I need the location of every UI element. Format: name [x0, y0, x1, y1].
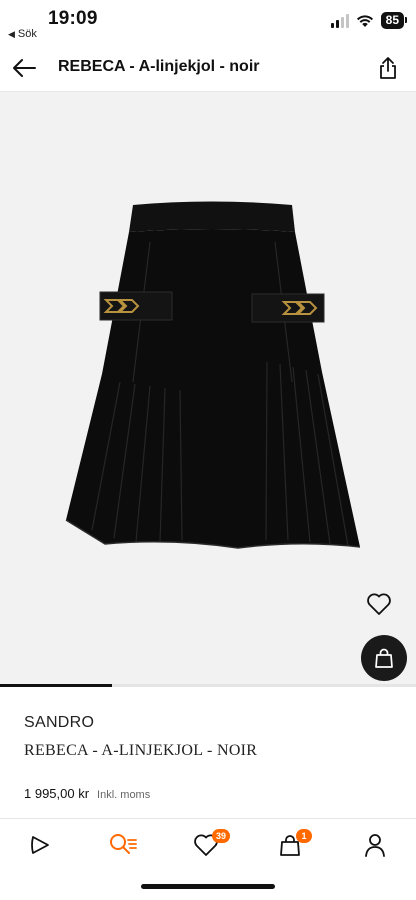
back-triangle-icon: ◀ [8, 29, 15, 39]
wishlist-count-badge: 39 [212, 829, 231, 843]
skirt-image [65, 201, 361, 549]
image-carousel-progress [0, 684, 416, 687]
search-icon [110, 834, 137, 854]
signal-icon [330, 13, 349, 28]
home-indicator [141, 884, 275, 889]
top-app-bar: REBECA - A-linjekjol - noir [0, 46, 416, 92]
status-time: 19:09 [48, 8, 98, 29]
nav-wishlist[interactable]: 39 [186, 829, 231, 861]
nav-search[interactable] [103, 829, 143, 861]
share-icon [380, 57, 396, 79]
status-bar: 19:09 ◀ Sök 85 [0, 0, 416, 46]
nav-cart[interactable]: 1 [270, 829, 312, 861]
product-name: REBECA - A-LINJEKJOL - NOIR [24, 742, 258, 759]
tax-note: Inkl. moms [97, 789, 151, 801]
shopping-bag-icon [375, 648, 393, 668]
wishlist-button[interactable] [362, 587, 396, 621]
back-to-app-link[interactable]: ◀ Sök [8, 28, 37, 40]
heart-icon [367, 593, 391, 615]
price: 1 995,00 kr [24, 786, 90, 801]
back-button[interactable] [6, 50, 42, 86]
product-image[interactable] [0, 92, 416, 684]
brand-name[interactable]: SANDRO [24, 714, 94, 732]
status-indicators: 85 [330, 12, 408, 29]
nav-home[interactable] [20, 829, 60, 861]
page-title: REBECA - A-linjekjol - noir [58, 58, 260, 75]
back-arrow-icon [13, 59, 36, 77]
image-carousel-progress-fill [0, 684, 113, 687]
battery-icon: 85 [380, 12, 408, 29]
back-to-app-label: Sök [17, 28, 37, 40]
share-button[interactable] [372, 52, 404, 84]
cart-count-badge: 1 [296, 829, 312, 843]
profile-icon [365, 834, 385, 857]
home-icon [31, 836, 49, 854]
add-to-bag-button[interactable] [361, 635, 407, 681]
nav-profile[interactable] [355, 829, 395, 861]
wifi-icon [356, 14, 373, 27]
price-row: 1 995,00 kr Inkl. moms [24, 786, 150, 801]
